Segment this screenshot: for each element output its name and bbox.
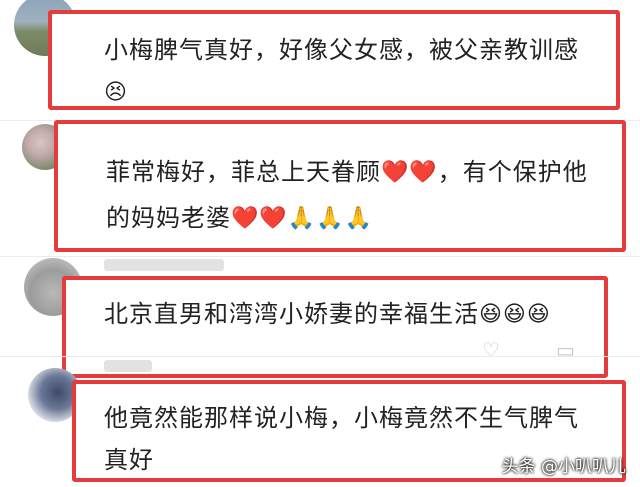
watermark: 头条 @小叭叭儿 bbox=[501, 457, 626, 477]
heart-prayer-icons: ❤️❤️🙏🙏🙏 bbox=[231, 206, 373, 231]
comment-text-line: 菲常梅好，菲总上天眷顾 bbox=[106, 158, 381, 186]
comment-text-line: 的妈妈老婆 bbox=[106, 204, 231, 232]
comment-text-line: 真好 bbox=[104, 446, 154, 474]
comment-text-line: 他竟然能那样说小梅，小梅竟然不生气脾气 bbox=[104, 404, 579, 432]
comment-text: 小梅脾气真好，好像父女感，被父亲教训感 bbox=[104, 30, 604, 70]
comment-text-line: 北京直男和湾湾小娇妻的幸福生活 bbox=[104, 300, 479, 328]
grin-face-icon: 😆😆😆 bbox=[479, 302, 551, 327]
comment-text-line: 小梅脾气真好，好像父女感，被父亲教训感 bbox=[104, 36, 579, 64]
comment-icon[interactable]: ▭ bbox=[556, 338, 575, 362]
like-icon[interactable]: ♡ bbox=[482, 338, 500, 362]
comment-text-line: ，有个保护他 bbox=[437, 158, 588, 186]
comment-text: 的妈妈老婆❤️❤️🙏🙏🙏 bbox=[106, 198, 616, 238]
comment-text: 北京直男和湾湾小娇妻的幸福生活😆😆😆 bbox=[104, 294, 604, 334]
comment-text: 他竟然能那样说小梅，小梅竟然不生气脾气 bbox=[104, 398, 614, 438]
comment-text: 菲常梅好，菲总上天眷顾❤️❤️，有个保护他 bbox=[106, 152, 616, 192]
heart-icon: ❤️❤️ bbox=[381, 160, 438, 185]
comment-emoji-line: 😣 bbox=[104, 72, 128, 112]
shy-face-icon: 😣 bbox=[104, 80, 128, 105]
